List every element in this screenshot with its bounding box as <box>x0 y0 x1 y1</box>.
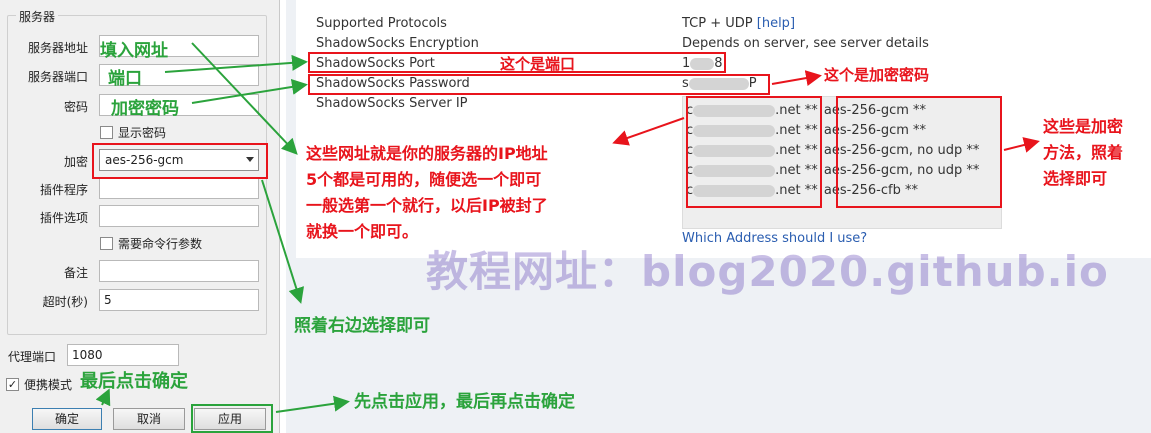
encryption-row-label: ShadowSocks Encryption <box>316 36 479 51</box>
protocols-value-text: TCP + UDP <box>682 16 753 31</box>
show-password-row[interactable]: 显示密码 <box>100 124 166 141</box>
need-cmd-args-checkbox[interactable] <box>100 237 113 250</box>
encryption-row-value: Depends on server, see server details <box>682 36 929 51</box>
apply-highlight-box <box>191 404 273 433</box>
annotation-encryption-password: 加密密码 <box>111 99 179 119</box>
plugin-label: 插件程序 <box>39 183 88 197</box>
annotation-finally-ok: 最后点击确定 <box>80 371 188 392</box>
annotation-follow-right: 照着右边选择即可 <box>294 316 430 336</box>
annotation-port: 端口 <box>108 69 142 89</box>
cancel-button[interactable]: 取消 <box>113 408 185 430</box>
annotation-line: 5个都是可用的，随便选一个即可 <box>306 170 542 189</box>
annotation-this-is-password: 这个是加密密码 <box>824 66 930 84</box>
ok-button[interactable]: 确定 <box>32 408 102 430</box>
plugin-input[interactable] <box>99 177 259 199</box>
annotation-methods-explain: 这些是加密 方法，照着 选择即可 <box>1043 114 1123 192</box>
annotation-fill-url: 填入网址 <box>100 41 168 61</box>
password-highlight-box <box>308 74 770 95</box>
annotation-ip-explain: 这些网址就是你的服务器的IP地址 5个都是可用的，随便选一个即可 一般选第一个就… <box>306 141 548 245</box>
server-group-title: 服务器 <box>16 8 59 25</box>
ip-highlight-box <box>686 96 822 208</box>
timeout-input[interactable]: 5 <box>99 289 259 311</box>
timeout-label: 超时(秒) <box>42 295 88 309</box>
portable-mode-checkbox[interactable]: ✓ <box>6 378 19 391</box>
plugin-options-label: 插件选项 <box>39 211 88 225</box>
annotation-line: 这些网址就是你的服务器的IP地址 <box>306 144 548 163</box>
portable-mode-label: 便携模式 <box>24 378 73 392</box>
annotation-line: 这些是加密 <box>1043 117 1124 136</box>
annotation-line: 方法，照着 <box>1043 143 1124 162</box>
protocols-value: TCP + UDP [help] <box>682 16 795 31</box>
encryption-highlight-box <box>92 143 268 179</box>
encryption-label: 加密 <box>63 155 88 169</box>
server-address-label: 服务器地址 <box>27 41 88 55</box>
server-ip-row-label: ShadowSocks Server IP <box>316 96 468 111</box>
show-password-label: 显示密码 <box>118 126 167 140</box>
annotation-line: 选择即可 <box>1043 169 1108 188</box>
portable-mode-row[interactable]: ✓ 便携模式 <box>6 376 72 393</box>
need-cmd-args-row[interactable]: 需要命令行参数 <box>100 235 202 252</box>
annotation-apply-then-ok: 先点击应用，最后再点击确定 <box>354 392 575 412</box>
methods-highlight-box <box>836 96 1002 208</box>
watermark-text: 教程网址：blog2020.github.io <box>426 247 1109 296</box>
plugin-options-input[interactable] <box>99 205 259 227</box>
proxy-port-label: 代理端口 <box>8 350 57 364</box>
need-cmd-args-label: 需要命令行参数 <box>118 237 203 251</box>
password-label: 密码 <box>63 100 88 114</box>
server-port-label: 服务器端口 <box>27 70 88 84</box>
proxy-port-input[interactable]: 1080 <box>67 344 179 366</box>
remarks-label: 备注 <box>63 266 88 280</box>
protocols-label: Supported Protocols <box>316 16 447 31</box>
help-link[interactable]: [help] <box>757 16 795 31</box>
annotation-this-is-port: 这个是端口 <box>500 55 576 73</box>
annotation-line: 一般选第一个就行，以后IP被封了 <box>306 196 548 215</box>
show-password-checkbox[interactable] <box>100 126 113 139</box>
remarks-input[interactable] <box>99 260 259 282</box>
